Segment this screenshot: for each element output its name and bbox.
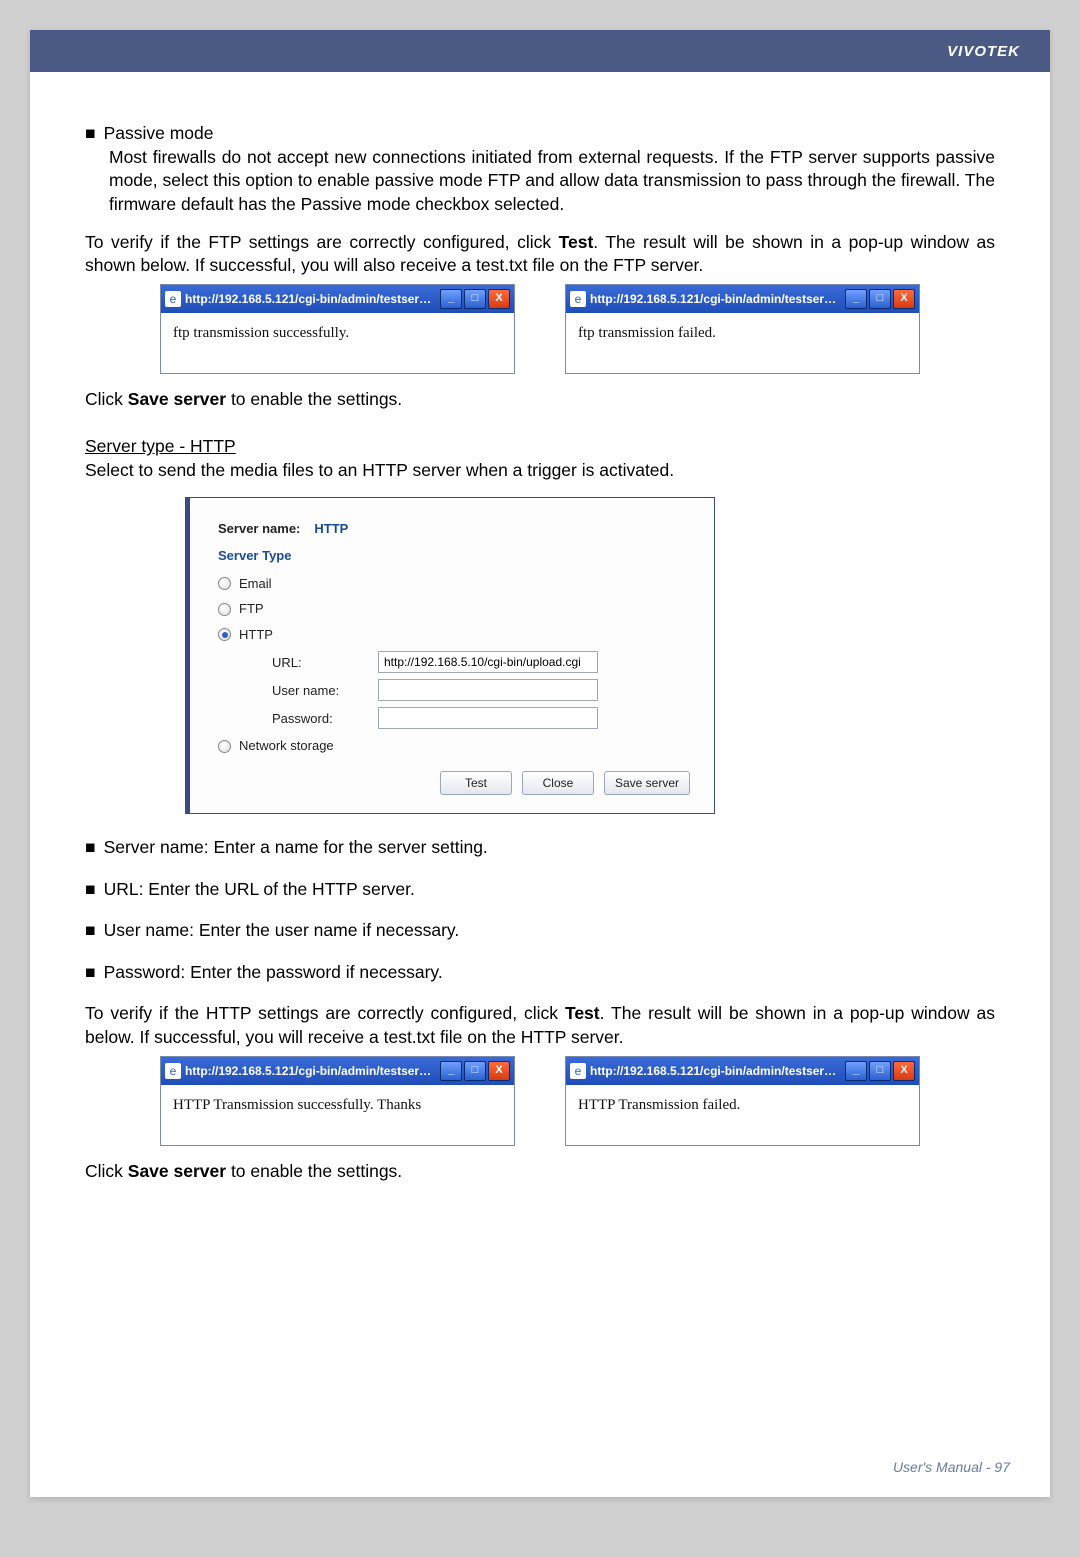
- username-label: User name:: [218, 682, 378, 700]
- ie-icon: e: [165, 291, 181, 307]
- radio-label-network-storage: Network storage: [239, 737, 334, 755]
- server-name-label: Server name:: [218, 520, 300, 538]
- radio-label-ftp: FTP: [239, 600, 264, 618]
- passive-mode-body: Most firewalls do not accept new connect…: [109, 146, 995, 217]
- ftp-fail-message: ftp transmission failed.: [566, 313, 919, 373]
- bullet-password: ■ Password: Enter the password if necess…: [85, 961, 995, 985]
- url-input[interactable]: [378, 651, 598, 673]
- bullet-url: ■ URL: Enter the URL of the HTTP server.: [85, 878, 995, 902]
- http-section-title: Server type - HTTP: [85, 435, 995, 459]
- brand-logo: VIVOTEK: [947, 43, 1020, 60]
- bullet-server-name: ■ Server name: Enter a name for the serv…: [85, 836, 995, 860]
- radio-icon: [218, 740, 231, 753]
- radio-label-email: Email: [239, 575, 272, 593]
- save-server-line-1: Click Save server to enable the settings…: [85, 388, 995, 412]
- popup-titlebar: e http://192.168.5.121/cgi-bin/admin/tes…: [161, 285, 514, 313]
- http-config-form: Server name: HTTP Server Type Email FTP …: [185, 497, 715, 814]
- ftp-verify-paragraph: To verify if the FTP settings are correc…: [85, 231, 995, 278]
- http-success-message: HTTP Transmission successfully. Thanks: [161, 1085, 514, 1145]
- passive-mode-bullet: ■ Passive mode: [85, 122, 995, 146]
- bullet-icon: ■: [85, 919, 96, 943]
- username-input[interactable]: [378, 679, 598, 701]
- bullet-icon: ■: [85, 878, 96, 902]
- footer: User's Manual - 97: [893, 1459, 1010, 1475]
- close-button[interactable]: Close: [522, 771, 594, 795]
- ie-icon: e: [570, 1063, 586, 1079]
- minimize-icon[interactable]: _: [440, 289, 462, 309]
- popup-titlebar: e http://192.168.5.121/cgi-bin/admin/tes…: [161, 1057, 514, 1085]
- header-band: VIVOTEK: [30, 30, 1050, 72]
- passive-mode-title: Passive mode: [104, 123, 214, 143]
- popup-title: http://192.168.5.121/cgi-bin/admin/tests…: [590, 1063, 841, 1079]
- server-type-heading: Server Type: [218, 547, 690, 565]
- close-icon[interactable]: X: [893, 1061, 915, 1081]
- radio-icon: [218, 577, 231, 590]
- save-server-button[interactable]: Save server: [604, 771, 690, 795]
- password-label: Password:: [218, 710, 378, 728]
- popup-title: http://192.168.5.121/cgi-bin/admin/tests…: [590, 291, 841, 307]
- http-fail-popup: e http://192.168.5.121/cgi-bin/admin/tes…: [565, 1056, 920, 1146]
- server-name-value: HTTP: [314, 520, 348, 538]
- radio-network-storage[interactable]: Network storage: [218, 737, 690, 755]
- save-server-line-2: Click Save server to enable the settings…: [85, 1160, 995, 1184]
- ie-icon: e: [570, 291, 586, 307]
- ftp-fail-popup: e http://192.168.5.121/cgi-bin/admin/tes…: [565, 284, 920, 374]
- popup-title: http://192.168.5.121/cgi-bin/admin/tests…: [185, 1063, 436, 1079]
- maximize-icon[interactable]: □: [464, 1061, 486, 1081]
- minimize-icon[interactable]: _: [845, 1061, 867, 1081]
- maximize-icon[interactable]: □: [464, 289, 486, 309]
- http-fail-message: HTTP Transmission failed.: [566, 1085, 919, 1145]
- close-icon[interactable]: X: [893, 289, 915, 309]
- ftp-success-popup: e http://192.168.5.121/cgi-bin/admin/tes…: [160, 284, 515, 374]
- radio-http[interactable]: HTTP: [218, 626, 690, 644]
- bullet-icon: ■: [85, 961, 96, 985]
- radio-email[interactable]: Email: [218, 575, 690, 593]
- maximize-icon[interactable]: □: [869, 289, 891, 309]
- popup-titlebar: e http://192.168.5.121/cgi-bin/admin/tes…: [566, 1057, 919, 1085]
- radio-icon: [218, 628, 231, 641]
- maximize-icon[interactable]: □: [869, 1061, 891, 1081]
- test-button[interactable]: Test: [440, 771, 512, 795]
- bullet-icon: ■: [85, 122, 96, 146]
- radio-label-http: HTTP: [239, 626, 273, 644]
- password-input[interactable]: [378, 707, 598, 729]
- url-label: URL:: [218, 654, 378, 672]
- radio-icon: [218, 603, 231, 616]
- minimize-icon[interactable]: _: [440, 1061, 462, 1081]
- radio-ftp[interactable]: FTP: [218, 600, 690, 618]
- minimize-icon[interactable]: _: [845, 289, 867, 309]
- http-section-desc: Select to send the media files to an HTT…: [85, 459, 995, 483]
- popup-titlebar: e http://192.168.5.121/cgi-bin/admin/tes…: [566, 285, 919, 313]
- popup-title: http://192.168.5.121/cgi-bin/admin/tests…: [185, 291, 436, 307]
- close-icon[interactable]: X: [488, 1061, 510, 1081]
- ie-icon: e: [165, 1063, 181, 1079]
- bullet-icon: ■: [85, 836, 96, 860]
- bullet-username: ■ User name: Enter the user name if nece…: [85, 919, 995, 943]
- ftp-success-message: ftp transmission successfully.: [161, 313, 514, 373]
- http-verify-paragraph: To verify if the HTTP settings are corre…: [85, 1002, 995, 1049]
- http-success-popup: e http://192.168.5.121/cgi-bin/admin/tes…: [160, 1056, 515, 1146]
- close-icon[interactable]: X: [488, 289, 510, 309]
